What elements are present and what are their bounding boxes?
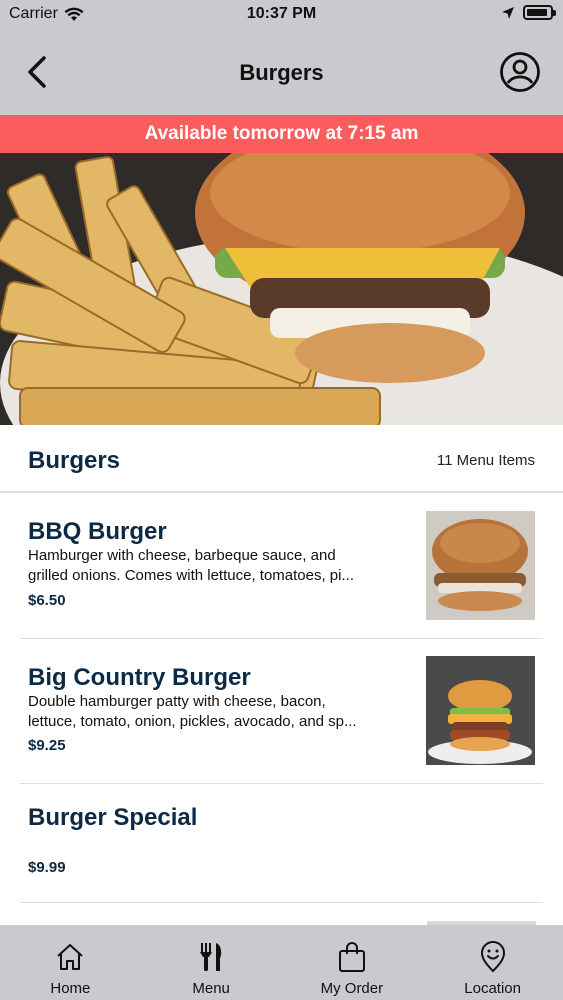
battery-icon bbox=[523, 5, 556, 20]
category-name: Burgers bbox=[28, 447, 121, 474]
menu-item-price: $9.99 bbox=[28, 859, 66, 876]
category-header: Burgers 11 Menu Items bbox=[0, 425, 563, 493]
status-time: 10:37 PM bbox=[246, 5, 317, 22]
menu-item-description: Hamburger with cheese, barbeque sauce, a… bbox=[28, 547, 354, 584]
location-pin-icon bbox=[480, 941, 505, 973]
tab-label: Menu bbox=[192, 980, 230, 997]
page-title: Burgers bbox=[239, 60, 324, 85]
fork-knife-icon bbox=[200, 943, 222, 971]
menu-item-name: Burger Special bbox=[28, 804, 198, 831]
menu-item-photo bbox=[426, 656, 535, 765]
tab-label: Location bbox=[464, 980, 521, 997]
tab-location[interactable]: Location bbox=[422, 925, 563, 1000]
availability-banner: Available tomorrow at 7:15 am bbox=[0, 115, 563, 153]
menu-item-name: Big Country Burger bbox=[28, 664, 251, 691]
tab-bar: Home Menu My Order Location bbox=[0, 925, 563, 1000]
tab-my-order[interactable]: My Order bbox=[282, 925, 423, 1000]
menu-item[interactable]: Big Country Burger Double hamburger patt… bbox=[20, 639, 543, 784]
menu-item-photo bbox=[426, 511, 535, 620]
nav-header: Burgers bbox=[0, 30, 563, 115]
menu-item-count: 11 Menu Items bbox=[436, 452, 535, 469]
tab-label: Home bbox=[50, 980, 91, 997]
menu-item-price: $9.25 bbox=[28, 737, 66, 754]
tab-label: My Order bbox=[320, 980, 384, 997]
shopping-bag-icon bbox=[338, 942, 365, 972]
menu-item-price: $6.50 bbox=[28, 592, 66, 609]
tab-home[interactable]: Home bbox=[0, 925, 141, 1000]
status-bar: Carrier 10:37 PM bbox=[0, 0, 563, 30]
home-icon bbox=[57, 944, 84, 970]
category-hero-image bbox=[0, 153, 563, 425]
user-circle-icon[interactable] bbox=[499, 51, 541, 93]
menu-item[interactable]: BBQ Burger Hamburger with cheese, barbeq… bbox=[20, 493, 543, 639]
status-right bbox=[501, 5, 556, 20]
tab-menu[interactable]: Menu bbox=[141, 925, 282, 1000]
menu-item-description: Double hamburger patty with cheese, baco… bbox=[28, 693, 357, 730]
menu-item-name: BBQ Burger bbox=[28, 518, 167, 545]
location-arrow-icon bbox=[502, 6, 514, 19]
menu-item[interactable]: Burger Special $9.99 bbox=[20, 784, 543, 903]
